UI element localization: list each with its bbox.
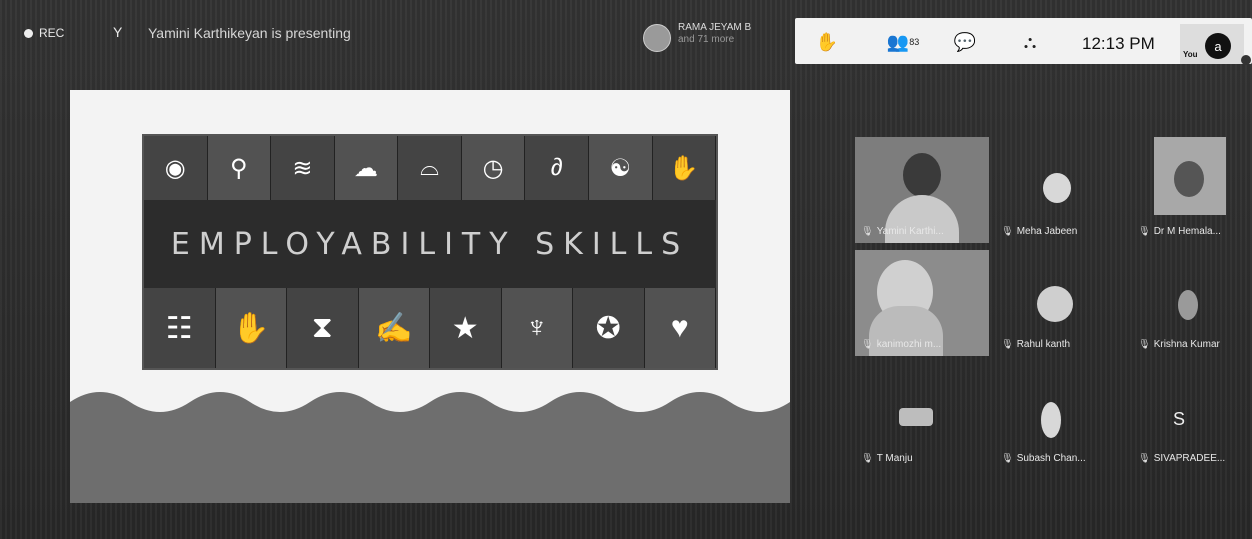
ear-icon: ∂: [525, 136, 589, 200]
chat-icon[interactable]: 💬: [953, 30, 977, 54]
mic-off-icon: 🎙: [1001, 453, 1014, 464]
avatar: [1041, 402, 1061, 438]
participant-name: 🎙 Meha Jabeen: [1001, 226, 1078, 237]
mic-off-icon: 🎙: [861, 339, 874, 350]
presenter-initial: Y: [113, 24, 123, 40]
slide-title: EMPLOYABILITY SKILLS: [170, 226, 690, 262]
clock: 12:13 PM: [1082, 34, 1155, 53]
group-name: RAMA JEYAM B: [678, 22, 752, 33]
group-more: and 71 more: [678, 34, 735, 45]
hand-icon: ✋: [215, 288, 287, 368]
mic-off-icon: 🎙: [1138, 339, 1151, 350]
participant-tile[interactable]: 🎙 Yamini Karthi...: [855, 137, 989, 243]
award-icon: ✪: [573, 288, 645, 368]
participants-count: 83: [909, 37, 920, 47]
participant-summary[interactable]: RAMA JEYAM B and 71 more: [678, 22, 751, 46]
heart-icon: ♥: [644, 288, 716, 368]
glasses-icon: ⌓: [398, 136, 462, 200]
ladder-icon: ☷: [144, 288, 216, 368]
participant-tile[interactable]: 🎙 Rahul kanth: [995, 250, 1129, 356]
avatar: [1178, 290, 1198, 320]
rec-label: REC: [39, 26, 65, 40]
person-icon: ♆: [501, 288, 573, 368]
participant-tile[interactable]: 🎙 Dr M Hemala...: [1132, 137, 1248, 243]
mic-off-icon: 🎙: [1138, 453, 1151, 464]
participant-tile[interactable]: 🎙 Subash Chan...: [995, 364, 1129, 470]
participant-name: 🎙 Subash Chan...: [1001, 453, 1086, 464]
avatar: S: [1173, 409, 1186, 429]
recording-indicator: REC: [24, 26, 64, 40]
search-icon: ⚲: [207, 136, 272, 200]
participant-name: 🎙 Dr M Hemala...: [1138, 226, 1221, 237]
avatar[interactable]: a: [1205, 33, 1231, 59]
presentation-slide: ◉ ⚲ ≋ ☁ ⌓ ◷ ∂ ☯ ✋ EMPLOYABILITY SKILLS ☷ ✋ ⧗ ✍ ★ ♆ ✪ ♥: [70, 90, 790, 503]
mic-off-icon: 🎙: [1138, 226, 1151, 237]
top-icon-row: ◉ ⚲ ≋ ☁ ⌓ ◷ ∂ ☯ ✋: [144, 136, 717, 200]
participant-name: 🎙 T Manju: [861, 453, 913, 464]
mic-off-icon: 🎙: [1001, 226, 1014, 237]
participant-name: 🎙 SIVAPRADEE...: [1138, 453, 1226, 464]
you-label: You: [1183, 50, 1198, 59]
avatar[interactable]: [643, 24, 671, 52]
activities-icon[interactable]: ⛬: [1018, 30, 1042, 54]
participant-tile[interactable]: 🎙 Meha Jabeen: [995, 137, 1129, 243]
avatar: [1037, 286, 1073, 322]
video-feed: [1154, 137, 1226, 215]
participant-name: 🎙 Yamini Karthi...: [861, 226, 944, 237]
participant-name: 🎙 kanimozhi m...: [861, 339, 942, 350]
participant-name: 🎙 Krishna Kumar: [1138, 339, 1220, 350]
writing-icon: ✍: [358, 288, 430, 368]
heads-icon: ☯: [588, 136, 653, 200]
mic-off-icon: 🎙: [861, 453, 874, 464]
clock-icon: ◷: [461, 136, 526, 200]
record-dot-icon: [24, 28, 33, 38]
presenting-text: Yamini Karthikeyan is presenting: [148, 25, 351, 41]
brain-icon: ☁: [334, 136, 399, 200]
meeting-screen: REC Y Yamini Karthikeyan is presenting R…: [0, 0, 1252, 539]
waves-icon: ≋: [271, 136, 335, 200]
hand-icon[interactable]: ✋: [815, 30, 839, 54]
wave-decoration: [70, 392, 790, 503]
participant-name: 🎙 Rahul kanth: [1001, 339, 1071, 350]
avatar: [1043, 173, 1071, 203]
mic-off-icon: 🎙: [1001, 339, 1014, 350]
hand-icon: ✋: [652, 136, 717, 200]
status-dot: [1241, 55, 1251, 65]
hourglass-icon: ⧗: [287, 288, 359, 368]
star-icon: ★: [430, 288, 502, 368]
participant-tile[interactable]: 🎙 Krishna Kumar: [1132, 250, 1248, 356]
participant-tile[interactable]: 🎙 SIVAPRADEE...: [1132, 364, 1248, 470]
bottom-icon-row: ☷ ✋ ⧗ ✍ ★ ♆ ✪ ♥: [144, 288, 716, 368]
participant-tile[interactable]: 🎙 T Manju: [855, 364, 989, 470]
mic-off-icon: 🎙: [861, 226, 874, 237]
avatar: [899, 408, 933, 426]
participant-tile[interactable]: 🎙 kanimozhi m...: [855, 250, 989, 356]
eye-icon: ◉: [144, 136, 208, 200]
people-icon[interactable]: 👥 83: [883, 30, 923, 54]
slide-banner: ◉ ⚲ ≋ ☁ ⌓ ◷ ∂ ☯ ✋ EMPLOYABILITY SKILLS ☷ ✋ ⧗ ✍ ★ ♆ ✪ ♥: [142, 134, 718, 370]
